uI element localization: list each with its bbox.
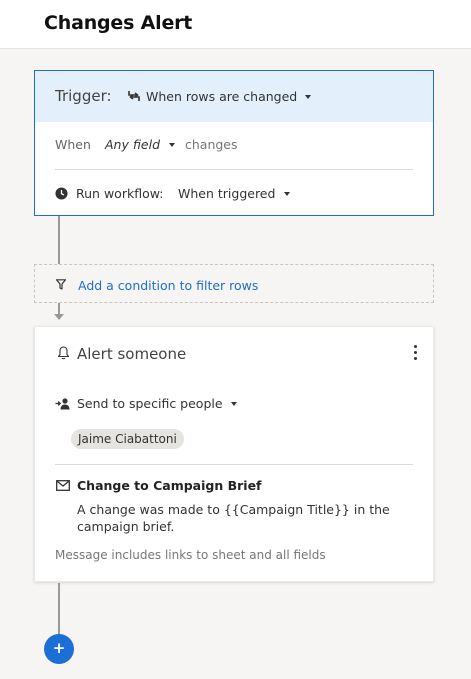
chevron-down-icon[interactable] (305, 95, 311, 99)
divider (55, 169, 413, 170)
recipient-chip[interactable]: Jaime Ciabattoni (71, 429, 184, 449)
message-note: Message includes links to sheet and all … (55, 548, 326, 562)
chevron-down-icon[interactable] (231, 402, 237, 406)
mail-icon (56, 480, 70, 491)
trigger-type-dropdown[interactable]: When rows are changed (146, 89, 297, 104)
arrow-down-icon (54, 314, 64, 320)
more-options-icon[interactable] (411, 345, 419, 363)
trigger-card: Trigger: When rows are changed When Any … (34, 70, 434, 216)
trigger-label: Trigger: (55, 87, 112, 105)
add-step-button[interactable]: + (44, 634, 74, 664)
bell-icon (57, 346, 70, 360)
rows-changed-icon (128, 91, 140, 101)
add-person-icon (55, 398, 70, 410)
condition-filter-box[interactable]: Add a condition to filter rows (34, 264, 434, 303)
trigger-header: Trigger: When rows are changed (35, 71, 433, 122)
alert-card: Alert someone Send to specific people Ja… (34, 326, 434, 582)
flow-connector (58, 583, 60, 634)
filter-icon (56, 279, 66, 290)
message-body[interactable]: A change was made to {{Campaign Title}} … (77, 501, 397, 535)
page-title: Changes Alert (44, 12, 193, 34)
flow-connector (58, 216, 60, 264)
when-label: When (55, 137, 91, 152)
app-header: Changes Alert (0, 0, 471, 49)
add-condition-link[interactable]: Add a condition to filter rows (78, 278, 258, 293)
clock-icon (55, 187, 68, 200)
divider (55, 464, 413, 465)
run-workflow-label: Run workflow: (76, 186, 164, 201)
changes-label: changes (185, 137, 238, 152)
run-workflow-row: Run workflow: When triggered (55, 186, 415, 202)
message-subject[interactable]: Change to Campaign Brief (77, 478, 262, 493)
alert-title: Alert someone (77, 345, 187, 363)
field-dropdown[interactable]: Any field (105, 137, 160, 152)
run-workflow-dropdown[interactable]: When triggered (178, 186, 275, 201)
send-to-dropdown[interactable]: Send to specific people (77, 396, 223, 411)
chevron-down-icon[interactable] (169, 143, 175, 147)
chevron-down-icon[interactable] (284, 192, 290, 196)
